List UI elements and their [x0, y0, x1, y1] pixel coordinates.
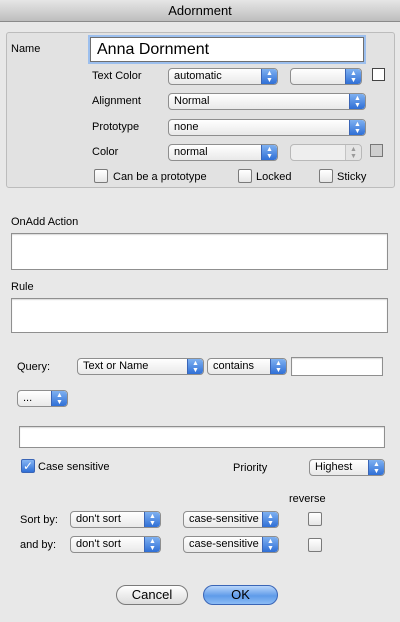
priority-label: Priority [233, 462, 268, 474]
case-sensitive-label: Case sensitive [38, 461, 110, 473]
prototype-label: Prototype [92, 121, 140, 133]
updown-arrow-icon: ▲ ▼ [144, 512, 160, 527]
and-by-case-value: case-sensitive [189, 538, 259, 550]
can-be-prototype-label: Can be a prototype [113, 171, 207, 183]
checkmark-icon: ✓ [22, 459, 34, 473]
prototype-popup[interactable]: none ▲ ▼ [168, 119, 366, 136]
text-color-secondary-popup[interactable]: ▲ ▼ [290, 68, 362, 85]
and-by-order-popup[interactable]: don't sort ▲ ▼ [70, 536, 161, 553]
updown-arrow-icon: ▲ ▼ [187, 359, 203, 374]
alignment-popup[interactable]: Normal ▲ ▼ [168, 93, 366, 110]
query-operator-popup[interactable]: contains ▲ ▼ [207, 358, 287, 375]
color-label: Color [92, 146, 119, 158]
sort-by-case-value: case-sensitive [189, 513, 259, 525]
updown-arrow-icon: ▲ ▼ [144, 537, 160, 552]
query-operator-value: contains [213, 360, 254, 372]
sort-by-order-popup[interactable]: don't sort ▲ ▼ [70, 511, 161, 528]
prototype-value: none [174, 121, 199, 133]
sort-by-reverse-checkbox[interactable] [308, 512, 322, 526]
and-by-label: and by: [20, 539, 57, 551]
name-field[interactable]: Anna Dornment [90, 37, 364, 62]
text-color-popup[interactable]: automatic ▲ ▼ [168, 68, 278, 85]
onadd-action-field[interactable] [11, 233, 388, 270]
query-field-value: Text or Name [83, 360, 149, 372]
text-color-value: automatic [174, 70, 222, 82]
sort-by-label: Sort by: [20, 514, 58, 526]
updown-arrow-icon: ▲ ▼ [262, 537, 278, 552]
updown-arrow-icon: ▲ ▼ [349, 120, 365, 135]
case-sensitive-checkbox[interactable]: ✓ [21, 459, 35, 473]
and-by-order-value: don't sort [76, 538, 121, 550]
sticky-label: Sticky [337, 171, 367, 183]
query-field-popup[interactable]: Text or Name ▲ ▼ [77, 358, 204, 375]
onadd-action-label: OnAdd Action [11, 216, 79, 228]
updown-arrow-icon: ▲ ▼ [345, 145, 361, 160]
color-value: normal [174, 146, 208, 158]
sort-by-case-popup[interactable]: case-sensitive ▲ ▼ [183, 511, 279, 528]
color-swatch[interactable] [370, 144, 383, 157]
updown-arrow-icon: ▲ ▼ [349, 94, 365, 109]
updown-arrow-icon: ▲ ▼ [270, 359, 286, 374]
updown-arrow-icon: ▲ ▼ [368, 460, 384, 475]
query-value-field[interactable] [291, 357, 383, 376]
cancel-button[interactable]: Cancel [116, 585, 188, 605]
name-label: Name [11, 43, 41, 55]
priority-value: Highest [315, 461, 353, 473]
updown-arrow-icon: ▲ ▼ [262, 512, 278, 527]
updown-arrow-icon: ▲ ▼ [345, 69, 361, 84]
sticky-checkbox[interactable] [319, 169, 333, 183]
updown-arrow-icon: ▲ ▼ [261, 69, 277, 84]
query-expression-field[interactable] [19, 426, 385, 448]
alignment-value: Normal [174, 95, 210, 107]
and-by-reverse-checkbox[interactable] [308, 538, 322, 552]
updown-arrow-icon: ▲ ▼ [261, 145, 277, 160]
text-color-swatch[interactable] [372, 68, 385, 81]
priority-popup[interactable]: Highest ▲ ▼ [309, 459, 385, 476]
sort-by-order-value: don't sort [76, 513, 121, 525]
locked-checkbox[interactable] [238, 169, 252, 183]
color-popup[interactable]: normal ▲ ▼ [168, 144, 278, 161]
query-extra-value: ... [23, 392, 33, 404]
rule-label: Rule [11, 281, 34, 293]
updown-arrow-icon: ▲ ▼ [51, 391, 67, 406]
rule-field[interactable] [11, 298, 388, 333]
ok-button[interactable]: OK [203, 585, 278, 605]
query-extra-popup[interactable]: ... ▲ ▼ [17, 390, 68, 407]
and-by-case-popup[interactable]: case-sensitive ▲ ▼ [183, 536, 279, 553]
query-label: Query: [17, 361, 51, 373]
window-title: Adornment [0, 0, 400, 22]
color-secondary-popup: ▲ ▼ [290, 144, 362, 161]
alignment-label: Alignment [92, 95, 141, 107]
reverse-label: reverse [289, 493, 326, 505]
text-color-label: Text Color [92, 70, 142, 82]
can-be-prototype-checkbox[interactable] [94, 169, 108, 183]
locked-label: Locked [256, 171, 292, 183]
